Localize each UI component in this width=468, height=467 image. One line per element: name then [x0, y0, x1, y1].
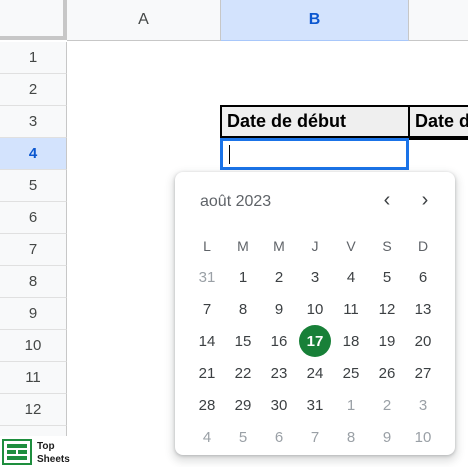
day[interactable]: 16	[263, 325, 295, 357]
cell-b4-active[interactable]	[220, 138, 409, 170]
day[interactable]: 22	[227, 357, 259, 389]
day[interactable]: 28	[191, 389, 223, 421]
day[interactable]: 14	[191, 325, 223, 357]
day-other-month[interactable]: 8	[335, 421, 367, 453]
day[interactable]: 1	[227, 261, 259, 293]
day[interactable]: 8	[227, 293, 259, 325]
row-header-6[interactable]: 6	[0, 202, 67, 234]
chevron-right-icon: ›	[421, 188, 429, 211]
logo-text-line2: Sheets	[37, 454, 70, 465]
row-header-4[interactable]: 4	[0, 138, 67, 170]
day[interactable]: 2	[263, 261, 295, 293]
row-header-8[interactable]: 8	[0, 266, 67, 298]
top-sheets-logo: Top Sheets	[0, 436, 80, 467]
day-other-month[interactable]: 31	[191, 261, 223, 293]
column-header-a[interactable]: A	[67, 0, 221, 41]
weekday-label: M	[273, 238, 285, 254]
weekday-label: V	[346, 238, 356, 254]
day[interactable]: 20	[407, 325, 439, 357]
day[interactable]: 31	[299, 389, 331, 421]
day[interactable]: 7	[191, 293, 223, 325]
logo-text-line1: Top	[37, 441, 55, 452]
day-other-month[interactable]: 2	[371, 389, 403, 421]
column-header-b[interactable]: B	[221, 0, 409, 41]
month-label: août 2023	[200, 193, 272, 210]
day-other-month[interactable]: 7	[299, 421, 331, 453]
text-caret	[229, 145, 230, 164]
chevron-left-icon: ‹	[383, 188, 391, 211]
cell-b3[interactable]: Date de début	[220, 105, 410, 138]
day-other-month[interactable]: 1	[335, 389, 367, 421]
weekday-label: S	[382, 238, 392, 254]
day[interactable]: 29	[227, 389, 259, 421]
day[interactable]: 15	[227, 325, 259, 357]
day[interactable]: 23	[263, 357, 295, 389]
day[interactable]: 10	[299, 293, 331, 325]
day[interactable]: 19	[371, 325, 403, 357]
day[interactable]: 6	[407, 261, 439, 293]
date-picker-popup: août 2023 ‹ › LMMJVSD 31 1 2 3 4 5 6 7 8 9 10 11 12 1…	[175, 172, 455, 455]
row-header-7[interactable]: 7	[0, 234, 67, 266]
row-header-1[interactable]: 1	[0, 42, 67, 74]
day[interactable]: 26	[371, 357, 403, 389]
weekday-label: D	[417, 238, 429, 254]
day-other-month[interactable]: 4	[191, 421, 223, 453]
day[interactable]: 11	[335, 293, 367, 325]
day[interactable]: 3	[299, 261, 331, 293]
prev-month-button[interactable]: ‹	[375, 188, 399, 212]
day[interactable]: 27	[407, 357, 439, 389]
day[interactable]: 9	[263, 293, 295, 325]
day[interactable]: 21	[191, 357, 223, 389]
spreadsheet: A B 12345678910111213 Date de début Date…	[0, 0, 468, 467]
cell-c3[interactable]: Date d	[408, 105, 468, 138]
next-month-button[interactable]: ›	[413, 188, 437, 212]
day[interactable]: 18	[335, 325, 367, 357]
day-other-month[interactable]: 3	[407, 389, 439, 421]
cell-c4[interactable]	[409, 138, 468, 170]
day-other-month[interactable]: 9	[371, 421, 403, 453]
row-header-9[interactable]: 9	[0, 298, 67, 330]
day[interactable]: 24	[299, 357, 331, 389]
day-selected[interactable]: 17	[299, 325, 331, 357]
day[interactable]: 12	[371, 293, 403, 325]
row-header-5[interactable]: 5	[0, 170, 67, 202]
row-header-12[interactable]: 12	[0, 394, 67, 426]
weekday-label: M	[237, 238, 249, 254]
day[interactable]: 13	[407, 293, 439, 325]
day-other-month[interactable]: 10	[407, 421, 439, 453]
day[interactable]: 4	[335, 261, 367, 293]
row-header-10[interactable]: 10	[0, 330, 67, 362]
day[interactable]: 30	[263, 389, 295, 421]
row-header-3[interactable]: 3	[0, 106, 67, 138]
select-all-corner[interactable]	[0, 0, 67, 40]
day-other-month[interactable]: 5	[227, 421, 259, 453]
weekday-label: J	[311, 238, 319, 254]
top-sheets-logo-icon	[2, 439, 32, 465]
column-header-c[interactable]	[409, 0, 468, 41]
row-header-2[interactable]: 2	[0, 74, 67, 106]
logo-text: Top Sheets	[37, 440, 70, 466]
day[interactable]: 25	[335, 357, 367, 389]
row-header-11[interactable]: 11	[0, 362, 67, 394]
weekday-label: L	[203, 238, 211, 254]
day[interactable]: 5	[371, 261, 403, 293]
day-other-month[interactable]: 6	[263, 421, 295, 453]
